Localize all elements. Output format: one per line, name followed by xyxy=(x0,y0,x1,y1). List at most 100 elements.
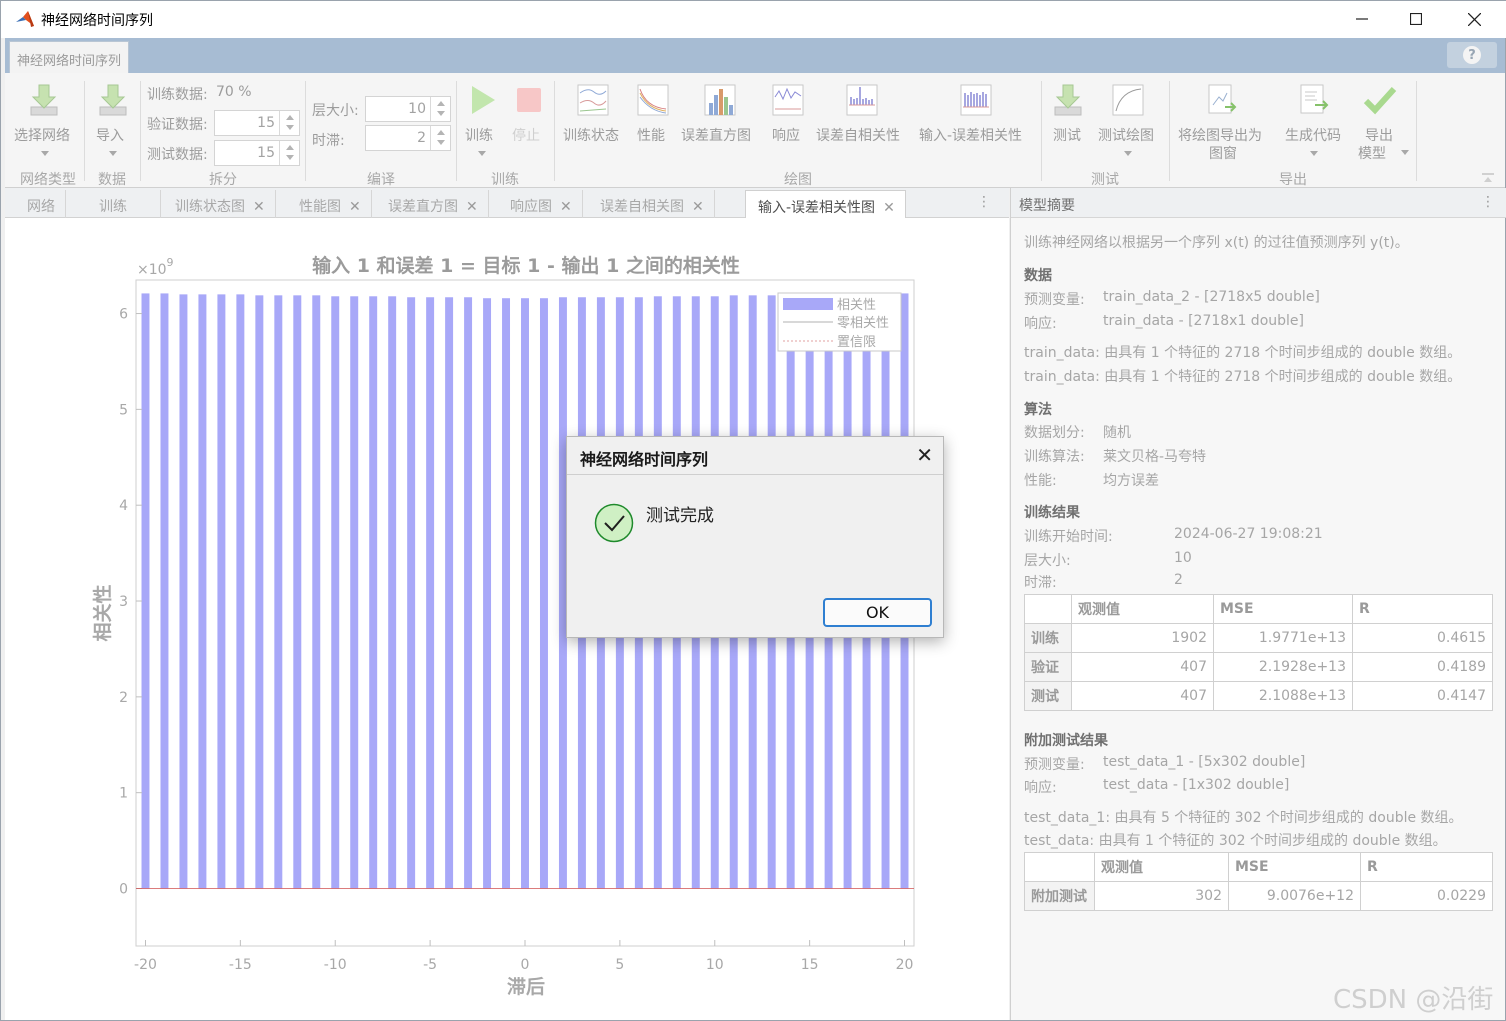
spinner-arrows-icon[interactable] xyxy=(279,111,299,135)
plot-performance-button[interactable]: 性能 xyxy=(631,79,675,149)
chart-legend[interactable]: 相关性 零相关性 置信限 xyxy=(777,292,902,352)
section-data: 数据 xyxy=(98,172,126,188)
spinner-arrows-icon[interactable] xyxy=(430,97,450,121)
close-tab-icon[interactable]: ✕ xyxy=(349,199,361,215)
toolstrip: 选择网络 导入 训练数据: 70 % 验证数据: 15 测试数据: 15 层大小… xyxy=(5,73,1505,188)
start-time-label: 训练开始时间: xyxy=(1024,529,1113,545)
test-icon xyxy=(1054,84,1082,116)
tab-training-state-plot[interactable]: 训练状态图 ✕ xyxy=(163,190,276,218)
correlation-bar xyxy=(217,294,226,889)
correlation-bar xyxy=(502,298,511,889)
close-tab-icon[interactable]: ✕ xyxy=(466,199,478,215)
separator xyxy=(305,81,306,181)
minimize-button[interactable] xyxy=(1339,5,1385,33)
train-button[interactable]: 训练 xyxy=(461,79,503,159)
table-row: 测试 407 2.1088e+13 0.4147 xyxy=(1024,681,1493,711)
chevron-down-icon xyxy=(1124,151,1132,156)
plot-training-state-button[interactable]: 训练状态 xyxy=(561,79,625,149)
training-data-value: 70 % xyxy=(216,84,252,100)
r-cell: 0.4189 xyxy=(1352,652,1493,682)
chevron-down-icon xyxy=(41,151,49,156)
row-label: 训练 xyxy=(1024,623,1072,653)
collapse-toolstrip-button[interactable] xyxy=(1481,169,1495,182)
y-tick-label: 3 xyxy=(119,594,128,610)
tab-input-error-correlation-plot[interactable]: 输入-误差相关性图 ✕ xyxy=(745,190,906,218)
separator xyxy=(84,81,85,181)
plot-response-button[interactable]: 响应 xyxy=(766,79,810,149)
section-training: 训练 xyxy=(491,172,519,188)
help-button[interactable]: ? xyxy=(1447,42,1497,68)
document-tab-bar: 网络 训练 训练状态图 ✕ 性能图 ✕ 误差直方图 ✕ 响应图 ✕ 误差自相关图 ✕ 输入… xyxy=(5,188,1009,218)
observations-cell: 1902 xyxy=(1071,623,1214,653)
spinner-arrows-icon[interactable] xyxy=(279,141,299,165)
more-options-icon[interactable]: ⋮ xyxy=(1481,194,1495,210)
close-tab-icon[interactable]: ✕ xyxy=(692,199,704,215)
stop-button[interactable]: 停止 xyxy=(508,79,550,149)
correlation-bar xyxy=(160,293,169,889)
app-tab[interactable]: 神经网络时间序列 xyxy=(9,41,130,73)
plot-label: 误差直方图 xyxy=(681,128,751,144)
r-cell: 0.4147 xyxy=(1352,681,1493,711)
tab-response-plot[interactable]: 响应图 ✕ xyxy=(498,190,583,218)
minimize-icon xyxy=(1356,18,1368,20)
correlation-bar xyxy=(236,294,245,889)
table-header-row: 观测值 MSE R xyxy=(1024,594,1493,624)
response-label: 响应: xyxy=(1024,316,1057,332)
chevron-down-icon xyxy=(478,151,486,156)
extra-predictor-label: 预测变量: xyxy=(1024,757,1085,773)
collapse-icon xyxy=(1482,173,1494,182)
layer-size-spinner[interactable]: 10 xyxy=(365,96,451,122)
test-button[interactable]: 测试 xyxy=(1047,79,1091,149)
tab-performance-plot[interactable]: 性能图 ✕ xyxy=(287,190,372,218)
row-label: 测试 xyxy=(1024,681,1072,711)
extra-description: test_data_1: 由具有 5 个特征的 302 个时间步组成的 doub… xyxy=(1024,810,1463,826)
tab-label: 误差直方图 xyxy=(388,199,458,215)
tab-error-histogram-plot[interactable]: 误差直方图 ✕ xyxy=(376,190,489,218)
spinner-arrows-icon[interactable] xyxy=(430,126,450,150)
column-header: R xyxy=(1352,594,1493,624)
watermark: CSDN @沿街 xyxy=(1333,985,1494,1015)
tab-training[interactable]: 训练 xyxy=(87,190,161,218)
test-data-spinner[interactable]: 15 xyxy=(214,140,300,166)
close-tab-icon[interactable]: ✕ xyxy=(560,199,572,215)
validation-data-spinner[interactable]: 15 xyxy=(214,110,300,136)
separator xyxy=(456,81,457,181)
chevron-down-icon xyxy=(1401,150,1409,155)
more-options-icon[interactable]: ⋮ xyxy=(977,194,991,210)
column-header: MSE xyxy=(1228,852,1361,882)
section-compile: 编译 xyxy=(367,172,395,188)
import-button[interactable]: 导入 xyxy=(89,79,137,159)
training-results-table: 观测值 MSE R 训练 1902 1.9771e+13 0.4615 验证 4… xyxy=(1024,594,1493,711)
close-dialog-button[interactable]: ✕ xyxy=(916,443,933,467)
close-tab-icon[interactable]: ✕ xyxy=(253,199,265,215)
r-cell: 0.0229 xyxy=(1360,881,1493,911)
tab-error-autocorrelation-plot[interactable]: 误差自相关图 ✕ xyxy=(588,190,715,218)
delay-spinner[interactable]: 2 xyxy=(365,125,451,151)
split-value: 随机 xyxy=(1103,425,1131,441)
exponent-power: 9 xyxy=(167,256,174,269)
plot-error-histogram-button[interactable]: 误差直方图 xyxy=(680,79,760,149)
chevron-down-icon xyxy=(109,151,117,156)
extra-description: test_data: 由具有 1 个特征的 302 个时间步组成的 double… xyxy=(1024,833,1447,849)
import-label: 导入 xyxy=(96,128,124,144)
row-label: 附加测试 xyxy=(1024,881,1095,911)
performance-value: 均方误差 xyxy=(1103,473,1159,489)
close-window-button[interactable] xyxy=(1451,5,1497,33)
select-network-button[interactable]: 选择网络 xyxy=(11,79,75,159)
close-tab-icon[interactable]: ✕ xyxy=(883,200,895,216)
test-plot-button[interactable]: 测试绘图 xyxy=(1095,79,1161,159)
tab-network[interactable]: 网络 xyxy=(15,190,66,218)
exponent-base: ×10 xyxy=(137,262,167,278)
plot-input-error-correlation-button[interactable]: 输入-误差相关性 xyxy=(917,79,1035,149)
export-model-button[interactable]: 导出 模型 xyxy=(1355,79,1413,165)
export-plot-button[interactable]: 将绘图导出为 图窗 xyxy=(1175,79,1273,165)
tab-label: 性能图 xyxy=(299,199,341,215)
generate-code-button[interactable]: 生成代码 xyxy=(1281,79,1347,159)
correlation-bar xyxy=(312,295,321,889)
tab-label: 误差自相关图 xyxy=(600,199,684,215)
plot-error-autocorrelation-button[interactable]: 误差自相关性 xyxy=(814,79,910,149)
separator xyxy=(1169,81,1170,181)
extra-response-value: test_data - [1x302 double] xyxy=(1103,777,1290,793)
ok-button[interactable]: OK xyxy=(823,598,932,627)
maximize-button[interactable] xyxy=(1393,5,1439,33)
